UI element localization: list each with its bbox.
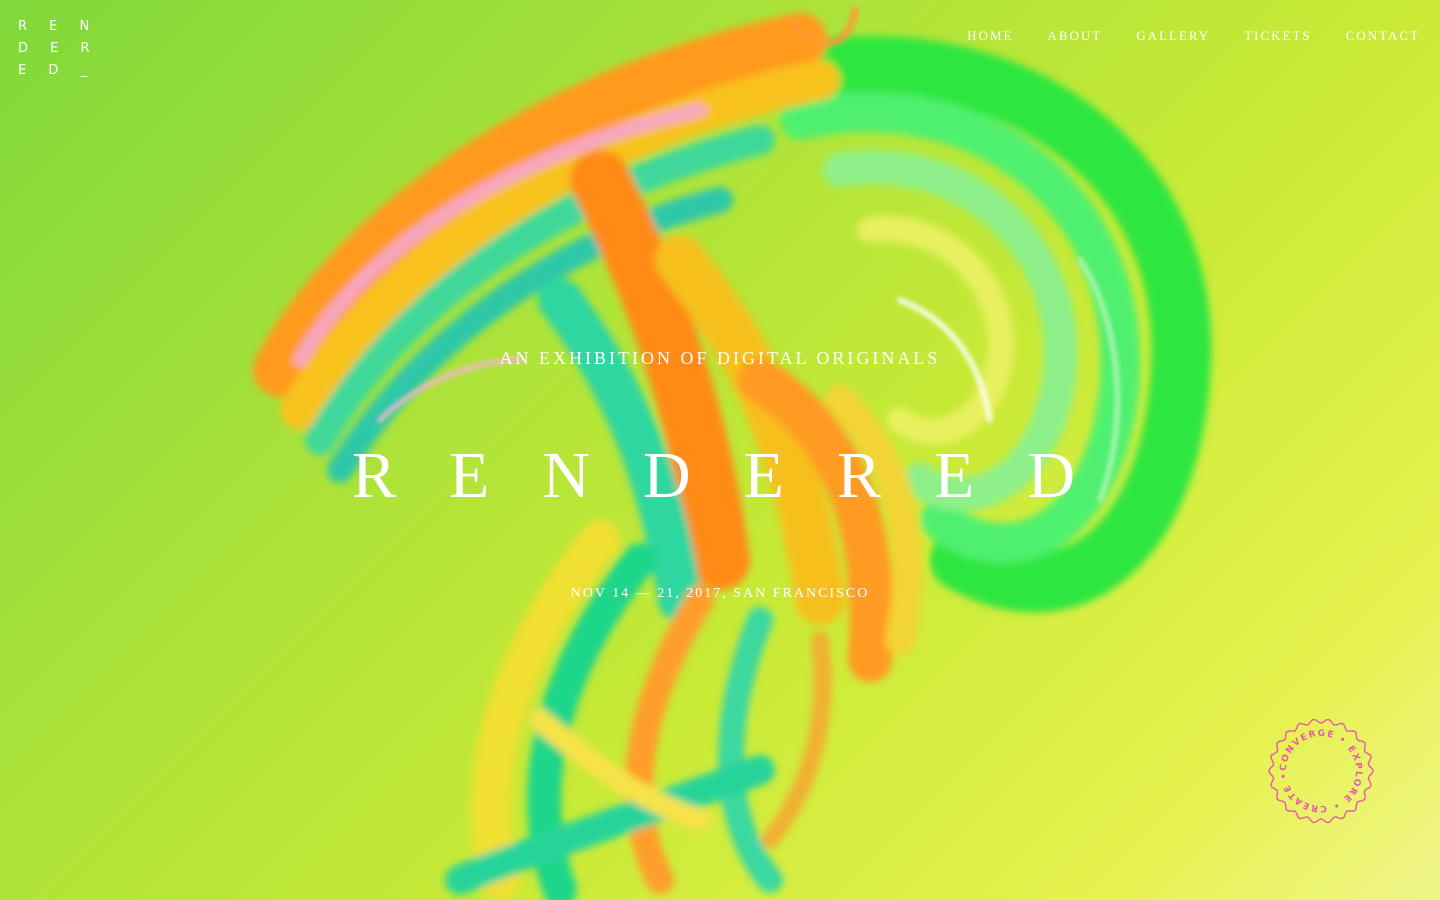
badge-text-path: CONVERGE • EXPLORE • CREATE • bbox=[1279, 729, 1362, 813]
hero-subtitle: AN EXHIBITION OF DIGITAL ORIGINALS bbox=[499, 348, 941, 368]
main-nav: HOME ABOUT GALLERY TICKETS CONTACT bbox=[967, 28, 1420, 44]
nav-tickets[interactable]: TICKETS bbox=[1244, 28, 1311, 44]
logo-line-1: R E N bbox=[18, 19, 99, 34]
hero-title: RENDERED bbox=[352, 439, 1128, 512]
nav-contact[interactable]: CONTACT bbox=[1346, 28, 1420, 44]
nav-home[interactable]: HOME bbox=[967, 28, 1013, 44]
nav-about[interactable]: ABOUT bbox=[1047, 28, 1102, 44]
site-logo[interactable]: R E N D E R E D _ bbox=[18, 16, 99, 82]
nav-gallery[interactable]: GALLERY bbox=[1136, 28, 1210, 44]
logo-line-3: E D _ bbox=[18, 63, 96, 78]
event-date: NOV 14 — 21, 2017, SAN FRANCISCO bbox=[570, 586, 870, 601]
badge-text: CONVERGE • EXPLORE • CREATE • bbox=[1279, 729, 1363, 813]
logo-line-2: D E R bbox=[18, 41, 99, 56]
rotating-badge[interactable]: CONVERGE • EXPLORE • CREATE • bbox=[1268, 718, 1374, 824]
